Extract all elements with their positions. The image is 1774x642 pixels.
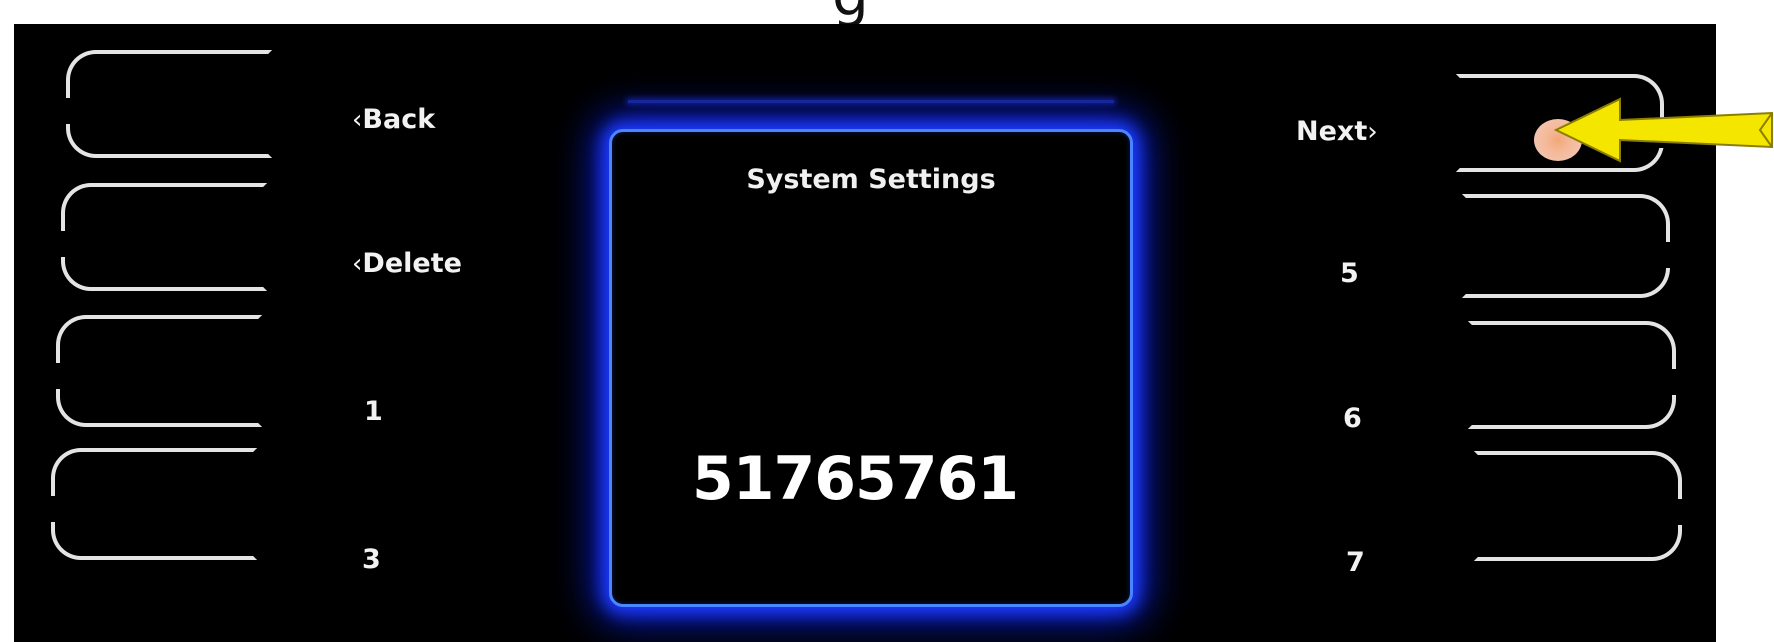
softkey-left-4[interactable] <box>49 448 257 560</box>
back-label: Back <box>362 104 436 135</box>
digit-7-label: 7 <box>1346 547 1365 578</box>
digit-1-button[interactable]: 1 <box>364 398 383 425</box>
softkey-right-3[interactable] <box>1468 321 1678 429</box>
yellow-arrow-pointer-icon <box>1553 97 1773 163</box>
digit-5-button[interactable]: 5 <box>1340 260 1359 287</box>
softkey-right-2[interactable] <box>1462 194 1672 298</box>
delete-label: Delete <box>362 248 462 279</box>
center-display: System Settings 51765761 <box>609 129 1133 607</box>
delete-button[interactable]: ‹Delete <box>352 250 462 277</box>
softkey-left-2[interactable] <box>59 183 267 291</box>
digit-3-label: 3 <box>362 544 381 575</box>
chevron-left-icon: ‹ <box>352 249 363 279</box>
softkey-left-3[interactable] <box>54 315 262 427</box>
stage: g ‹Back ‹Delete 1 3 Next› 5 6 7 System S… <box>0 0 1774 642</box>
heading-fragment: g <box>832 0 869 24</box>
chevron-right-icon: › <box>1367 117 1378 147</box>
digit-6-label: 6 <box>1343 403 1362 434</box>
chevron-left-icon: ‹ <box>352 105 363 135</box>
softkey-left-1[interactable] <box>64 50 272 158</box>
softkey-right-4[interactable] <box>1474 451 1684 561</box>
back-button[interactable]: ‹Back <box>352 106 435 133</box>
digit-3-button[interactable]: 3 <box>362 546 381 573</box>
digit-1-label: 1 <box>364 396 383 427</box>
screen-code: 51765761 <box>692 444 1019 514</box>
display-top-glow <box>628 100 1114 103</box>
next-label: Next <box>1296 116 1368 147</box>
digit-6-button[interactable]: 6 <box>1343 405 1362 432</box>
digit-7-button[interactable]: 7 <box>1346 549 1365 576</box>
next-button[interactable]: Next› <box>1296 118 1378 145</box>
screen-title: System Settings <box>746 164 996 195</box>
digit-5-label: 5 <box>1340 258 1359 289</box>
